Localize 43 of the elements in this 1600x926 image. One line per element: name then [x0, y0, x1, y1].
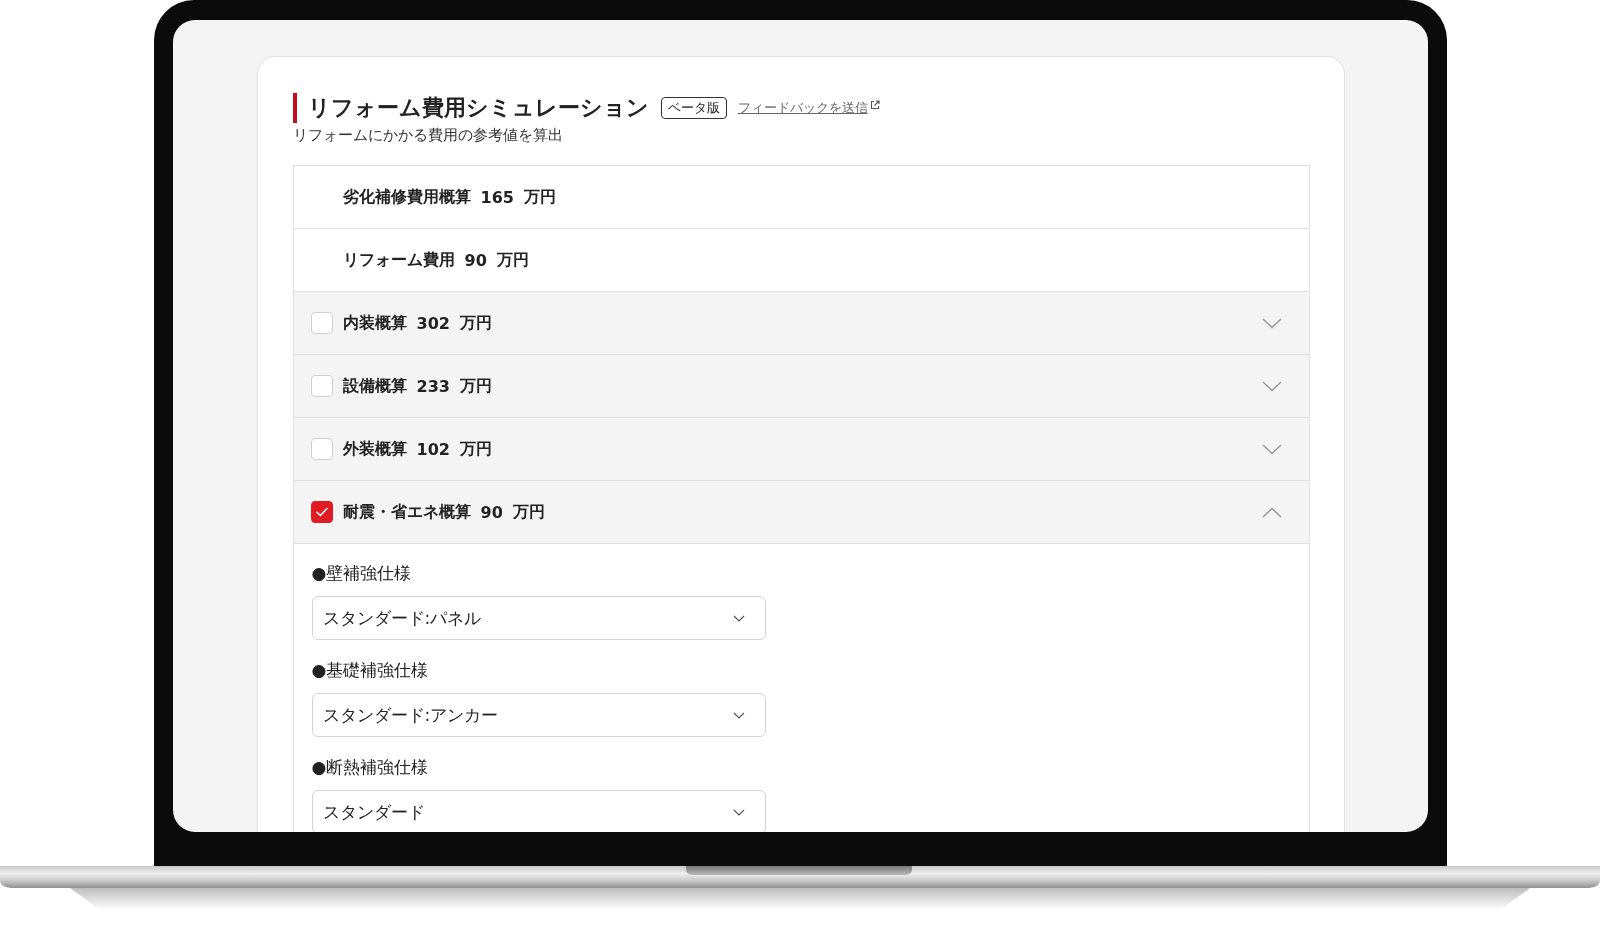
accordion-header[interactable]: 設備概算 233 万円 [293, 355, 1309, 418]
chevron-down-icon [732, 711, 745, 719]
select-field[interactable]: スタンダード:アンカー [311, 693, 766, 737]
option-label: ●基礎補強仕様 [311, 659, 430, 682]
external-link-icon [869, 100, 880, 110]
chevron-down-icon[interactable] [1261, 317, 1282, 329]
chevron-down-icon [732, 614, 745, 622]
cost-amount: 302 [416, 313, 450, 333]
feedback-link[interactable]: フィードバックを送信 [737, 99, 880, 117]
chevron-down-icon [732, 808, 745, 816]
cost-amount: 165 [480, 187, 514, 207]
cost-unit: 万円 [523, 186, 556, 208]
cost-amount: 90 [480, 502, 503, 522]
cost-label: 設備概算 [342, 375, 407, 397]
cost-label: 内装概算 [342, 312, 407, 334]
option-label: ●壁補強仕様 [311, 562, 413, 585]
cost-label: 劣化補修費用概算 [342, 186, 471, 208]
cost-amount: 233 [416, 376, 450, 396]
cost-unit: 万円 [512, 501, 545, 523]
cost-amount: 90 [464, 250, 487, 270]
chevron-down-icon[interactable] [1261, 380, 1282, 392]
beta-badge: ベータ版 [660, 97, 727, 119]
option-label: ●断熱補強仕様 [311, 756, 430, 779]
cost-label: 外装概算 [342, 438, 407, 460]
select-field[interactable]: スタンダード:パネル [311, 596, 766, 640]
chevron-down-icon[interactable] [1261, 443, 1282, 455]
page-subtitle: リフォームにかかる費用の参考値を算出 [292, 125, 564, 145]
cost-amount: 102 [416, 439, 450, 459]
accordion-header[interactable]: 内装概算 302 万円 [293, 292, 1309, 355]
accordion-header[interactable]: 外装概算 102 万円 [293, 418, 1309, 481]
title-accent-bar [292, 93, 297, 123]
cost-label: 耐震・省エネ概算 [342, 501, 471, 523]
cost-unit: 万円 [459, 438, 492, 460]
select-field[interactable]: スタンダード [311, 790, 766, 832]
chevron-up-icon[interactable] [1261, 506, 1282, 518]
cost-unit: 万円 [459, 312, 492, 334]
cost-label: リフォーム費用 [342, 249, 455, 271]
checkbox[interactable] [310, 501, 333, 523]
accordion-header[interactable]: 耐震・省エネ概算 90 万円 [293, 481, 1309, 544]
cost-unit: 万円 [459, 375, 492, 397]
page-title: リフォーム費用シミュレーション [307, 94, 649, 122]
cost-unit: 万円 [496, 249, 529, 271]
check-icon [315, 507, 328, 517]
